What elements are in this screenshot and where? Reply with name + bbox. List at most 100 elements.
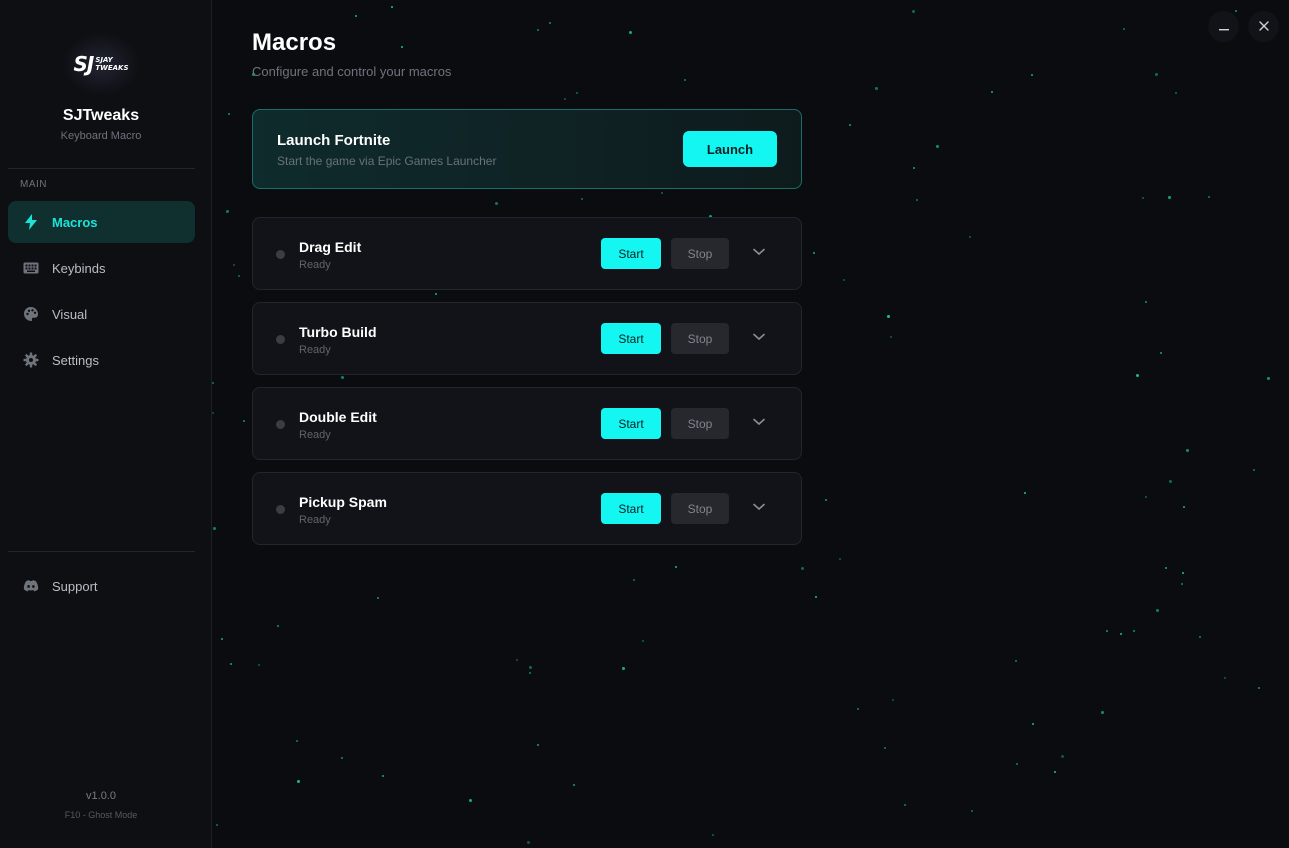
star-dot: [912, 10, 915, 13]
macro-name: Drag Edit: [299, 239, 362, 255]
star-dot: [642, 640, 644, 642]
star-dot: [971, 810, 973, 812]
stop-button[interactable]: Stop: [671, 238, 729, 269]
star-dot: [230, 663, 232, 665]
star-dot: [629, 31, 632, 34]
logo-initials: SJ: [73, 52, 94, 76]
start-button[interactable]: Start: [601, 493, 661, 524]
star-dot: [815, 596, 817, 598]
star-dot: [1031, 74, 1033, 76]
sidebar-item-label: Support: [52, 578, 98, 594]
star-dot: [516, 659, 518, 661]
page-title: Macros: [252, 29, 337, 56]
star-dot: [1145, 301, 1147, 303]
macro-card-double-edit: Double Edit Ready Start Stop: [252, 387, 802, 460]
star-dot: [391, 6, 393, 8]
star-dot: [1186, 449, 1189, 452]
stop-button[interactable]: Stop: [671, 408, 729, 439]
status-indicator: [276, 335, 285, 344]
star-dot: [537, 744, 539, 746]
logo-wordmark: SJAY TWEAKS: [95, 56, 128, 72]
star-dot: [277, 625, 279, 627]
brand-name: SJTweaks: [62, 107, 140, 124]
stop-button[interactable]: Stop: [671, 493, 729, 524]
nav-section-label: MAIN: [20, 179, 47, 190]
star-dot: [633, 579, 635, 581]
logo-line-2: TWEAKS: [95, 64, 129, 72]
star-dot: [1208, 196, 1210, 198]
status-indicator: [276, 250, 285, 259]
sidebar-item-keybinds[interactable]: Keybinds: [8, 247, 195, 289]
minimize-icon: [1218, 18, 1229, 36]
star-dot: [892, 699, 894, 701]
star-dot: [1258, 687, 1260, 689]
sidebar-item-macros[interactable]: Macros: [8, 201, 195, 243]
chevron-down-icon[interactable]: [749, 244, 769, 260]
star-dot: [684, 79, 686, 81]
star-dot: [573, 784, 575, 786]
logo-mark: SJ SJAY TWEAKS: [73, 52, 128, 76]
sidebar-item-visual[interactable]: Visual: [8, 293, 195, 335]
star-dot: [1061, 755, 1064, 758]
star-dot: [884, 747, 886, 749]
star-dot: [1136, 374, 1139, 377]
star-dot: [243, 420, 245, 422]
star-dot: [1032, 723, 1034, 725]
minimize-button[interactable]: [1208, 11, 1239, 42]
sidebar-item-label: Macros: [52, 214, 98, 230]
star-dot: [1168, 196, 1171, 199]
sidebar-divider-top: [8, 168, 195, 169]
star-dot: [1199, 636, 1201, 638]
launch-title: Launch Fortnite: [277, 132, 391, 149]
macro-card-drag-edit: Drag Edit Ready Start Stop: [252, 217, 802, 290]
gear-icon: [23, 352, 39, 368]
chevron-down-icon[interactable]: [749, 329, 769, 345]
ghost-mode-hint: F10 - Ghost Mode: [64, 810, 138, 820]
macro-status: Ready: [299, 514, 331, 526]
star-dot: [529, 666, 532, 669]
star-dot: [1182, 572, 1184, 574]
star-dot: [839, 558, 841, 560]
star-dot: [564, 98, 566, 100]
star-dot: [258, 664, 260, 666]
star-dot: [825, 499, 827, 501]
star-dot: [1101, 711, 1104, 714]
launch-fortnite-card: Launch Fortnite Start the game via Epic …: [252, 109, 802, 189]
star-dot: [576, 92, 578, 94]
star-dot: [813, 252, 815, 254]
star-dot: [1235, 10, 1237, 12]
chevron-down-icon[interactable]: [749, 414, 769, 430]
launch-subtitle: Start the game via Epic Games Launcher: [277, 154, 497, 168]
star-dot: [936, 145, 939, 148]
launch-button[interactable]: Launch: [683, 131, 777, 167]
star-dot: [212, 412, 214, 414]
star-dot: [435, 293, 437, 295]
sidebar-item-label: Keybinds: [52, 260, 106, 276]
star-dot: [1267, 377, 1270, 380]
star-dot: [1123, 28, 1125, 30]
star-dot: [216, 824, 218, 826]
stop-button[interactable]: Stop: [671, 323, 729, 354]
star-dot: [1160, 352, 1162, 354]
star-dot: [355, 15, 357, 17]
star-dot: [1253, 469, 1255, 471]
start-button[interactable]: Start: [601, 323, 661, 354]
star-dot: [916, 199, 918, 201]
macro-status: Ready: [299, 344, 331, 356]
sidebar-divider-bottom: [8, 551, 195, 552]
star-dot: [801, 567, 804, 570]
palette-icon: [23, 306, 39, 322]
start-button[interactable]: Start: [601, 408, 661, 439]
chevron-down-icon[interactable]: [749, 499, 769, 515]
discord-icon: [23, 578, 39, 594]
start-button[interactable]: Start: [601, 238, 661, 269]
star-dot: [549, 22, 551, 24]
star-dot: [1183, 506, 1185, 508]
star-dot: [1156, 609, 1159, 612]
sidebar-item-support[interactable]: Support: [8, 565, 195, 607]
status-indicator: [276, 420, 285, 429]
sidebar-item-settings[interactable]: Settings: [8, 339, 195, 381]
close-button[interactable]: [1248, 11, 1279, 42]
star-dot: [527, 841, 530, 844]
star-dot: [843, 279, 845, 281]
